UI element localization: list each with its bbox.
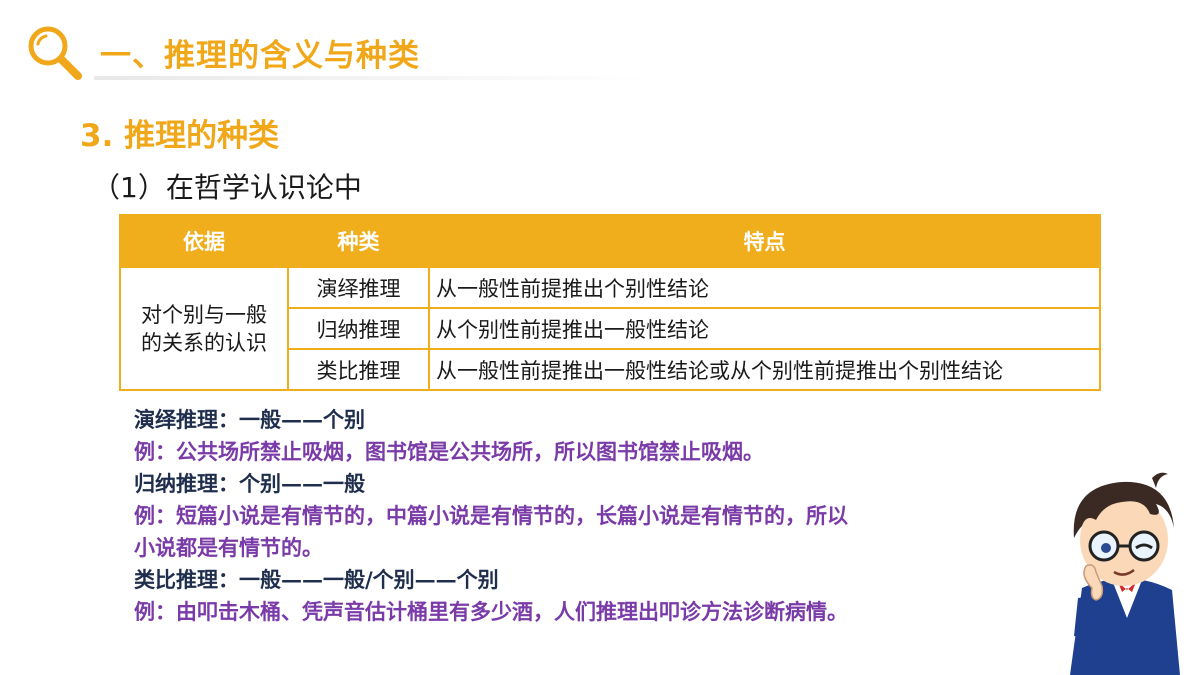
search-icon [28, 26, 82, 80]
title-underline [94, 76, 654, 80]
column-header-feature: 特点 [428, 214, 1101, 268]
kind-cell: 演绎推理 [287, 266, 430, 309]
basis-line: 的关系的认识 [141, 330, 267, 355]
header-bar: 一、推理的含义与种类 [24, 22, 664, 84]
page-title: 一、推理的含义与种类 [100, 38, 420, 74]
note-line: 归纳推理：个别——一般 [134, 471, 365, 496]
cartoon-detective-illustration [1070, 472, 1180, 675]
notes-block: 演绎推理：一般——个别 例：公共场所禁止吸烟，图书馆是公共场所，所以图书馆禁止吸… [134, 404, 1054, 628]
note-line: 例：公共场所禁止吸烟，图书馆是公共场所，所以图书馆禁止吸烟。 [134, 439, 764, 464]
section-subtitle: （1）在哲学认识论中 [92, 171, 362, 204]
feature-cell: 从一般性前提推出个别性结论 [428, 266, 1101, 309]
note-line: 类比推理：一般——一般/个别——个别 [134, 567, 499, 592]
kind-cell: 类比推理 [287, 348, 430, 391]
feature-cell: 从一般性前提推出一般性结论或从个别性前提推出个别性结论 [428, 348, 1101, 391]
kind-cell: 归纳推理 [287, 307, 430, 350]
table-row: 对个别与一般 的关系的认识 演绎推理 从一般性前提推出个别性结论 [119, 266, 1101, 391]
column-header-basis: 依据 [119, 214, 289, 268]
feature-cell: 从个别性前提推出一般性结论 [428, 307, 1101, 350]
inference-kinds-table: 依据 种类 特点 对个别与一般 的关系的认识 演绎推理 从一般性前提推出个别性结… [119, 214, 1101, 391]
note-line: 小说都是有情节的。 [134, 535, 323, 560]
note-line: 例：短篇小说是有情节的，中篇小说是有情节的，长篇小说是有情节的，所以 [134, 503, 848, 528]
table-header-row: 依据 种类 特点 [119, 214, 1101, 268]
basis-cell: 对个别与一般 的关系的认识 [119, 266, 289, 391]
section-title: 3. 推理的种类 [80, 118, 280, 154]
note-line: 演绎推理：一般——个别 [134, 407, 365, 432]
note-line: 例：由叩击木桶、凭声音估计桶里有多少酒，人们推理出叩诊方法诊断病情。 [134, 599, 848, 624]
column-header-kind: 种类 [287, 214, 430, 268]
basis-line: 对个别与一般 [141, 302, 267, 327]
